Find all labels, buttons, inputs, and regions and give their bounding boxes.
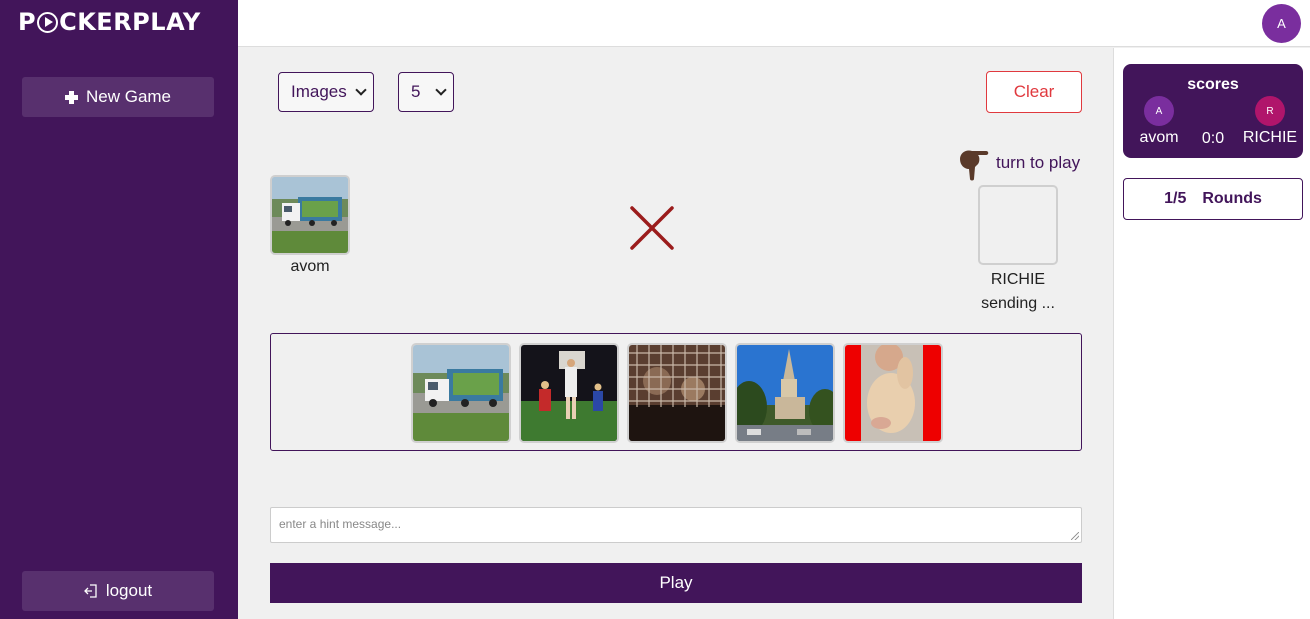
avatar: A [1144,96,1174,126]
rounds-label: Rounds [1202,190,1262,207]
turn-text: turn to play [996,153,1081,172]
scores-title: scores [1187,76,1239,93]
gamepad-icon [64,90,78,104]
right-panel: scores A avom 0:0 R RICHIE 1/5 Rounds [1113,48,1310,619]
field-image [521,345,617,441]
player2-name: RICHIE [990,271,1046,288]
play-icon [37,11,59,33]
image-count-select[interactable]: 5 [398,72,454,112]
tray-image-truck[interactable] [411,343,511,443]
game-type-select[interactable]: Images [278,72,374,112]
player1-name: avom [290,258,330,275]
truck-image [413,345,509,441]
chevron-down-icon [355,84,367,96]
game-type-value: Images [291,82,347,101]
rounds-indicator: 1/5 Rounds [1123,178,1303,220]
top-bar: A [238,0,1310,47]
player2-status: sending ... [981,295,1055,312]
logout-button[interactable]: logout [22,571,214,611]
user-avatar[interactable]: A [1262,4,1301,43]
app-logo[interactable]: P CKERPLAY [18,8,201,36]
logo-text-suffix: CKERPLAY [59,8,201,36]
player1-selected-image [270,175,350,255]
truck-image [272,177,348,253]
hint-placeholder: enter a hint message... [279,517,402,531]
image-tray [270,333,1082,451]
mismatch-x-icon [628,204,676,252]
image-count-value: 5 [411,82,421,101]
pointing-hand-icon [956,145,990,181]
resize-handle-icon[interactable] [1071,532,1079,540]
tray-image-field[interactable] [519,343,619,443]
logo-text-prefix: P [18,8,37,36]
tray-image-kitten[interactable] [843,343,943,443]
rounds-progress: 1/5 [1164,190,1187,207]
new-game-label: New Game [85,87,172,106]
logout-icon [83,584,98,598]
tray-image-church[interactable] [735,343,835,443]
score-player2: R RICHIE [1240,96,1300,147]
cage-image [629,345,725,441]
player2-info: RICHIE sending ... [958,268,1078,316]
chevron-down-icon [435,84,447,96]
new-game-button[interactable]: New Game [22,77,214,117]
church-image [737,345,833,441]
sidebar: P CKERPLAY New Game logout [0,0,238,619]
score-player2-name: RICHIE [1242,129,1298,146]
clear-button[interactable]: Clear [986,71,1082,113]
turn-indicator: turn to play [956,145,1080,181]
hint-input[interactable]: enter a hint message... [270,507,1082,543]
tray-image-cage[interactable] [627,343,727,443]
scores-card: scores A avom 0:0 R RICHIE [1123,64,1303,158]
kitten-image [845,345,941,441]
player2-pending-image [978,185,1058,265]
play-button[interactable]: Play [270,563,1082,603]
logout-label: logout [105,581,153,600]
avatar: R [1255,96,1285,126]
